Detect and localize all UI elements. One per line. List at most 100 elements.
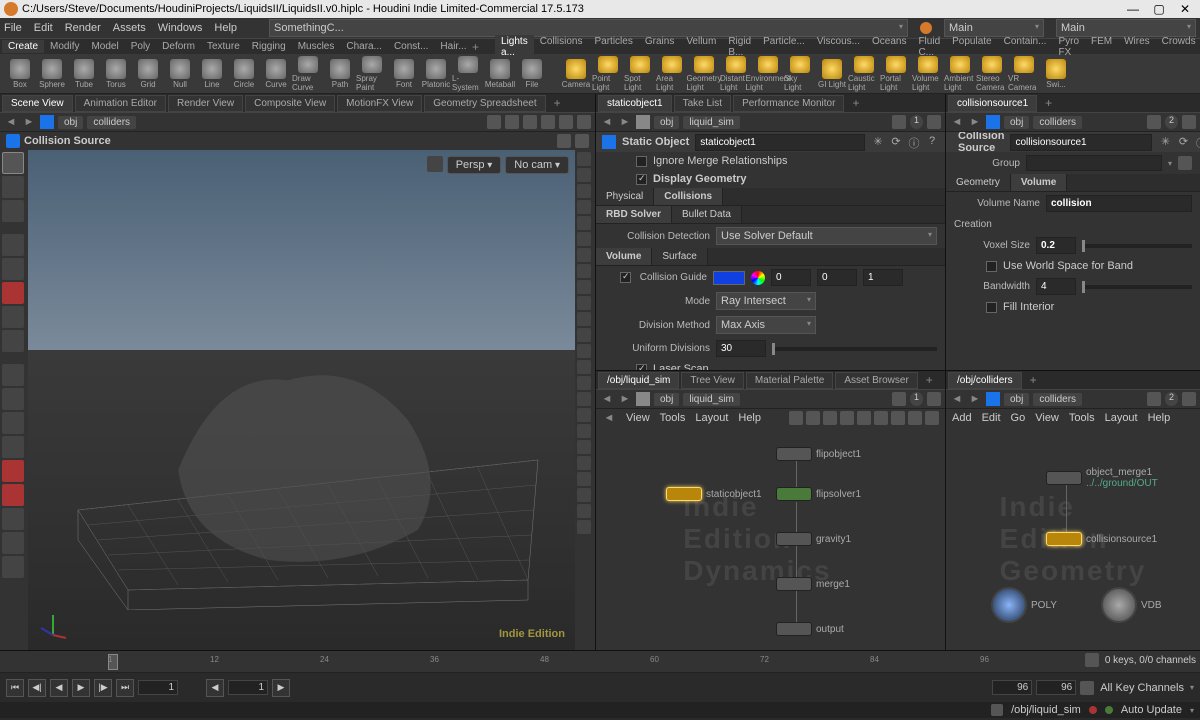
play-back[interactable]: ◀ (50, 679, 68, 697)
tool-other[interactable] (2, 508, 24, 530)
persp-button[interactable]: Persp ▾ (447, 156, 502, 174)
range-start[interactable] (228, 680, 268, 695)
node-menu-edit[interactable]: Edit (982, 412, 1001, 424)
tab-treeview[interactable]: Tree View (681, 372, 743, 389)
band-slider[interactable] (1082, 285, 1192, 289)
vrt[interactable] (577, 392, 591, 406)
tool-red[interactable] (2, 282, 24, 304)
tab-render-view[interactable]: Render View (168, 95, 243, 112)
shelf-tab[interactable]: Poly (125, 40, 156, 53)
status-icon[interactable] (991, 704, 1003, 716)
color-b[interactable] (863, 269, 903, 286)
path-obj[interactable]: obj (654, 116, 679, 129)
shelf-spotlight[interactable]: Spot Light (624, 56, 656, 92)
shelf-lsystem[interactable]: L-System (452, 56, 484, 92)
shelf-tab[interactable]: Modify (44, 40, 85, 53)
tab-collisions[interactable]: Collisions (654, 188, 723, 205)
vrt[interactable] (577, 152, 591, 166)
vrt[interactable] (577, 328, 591, 342)
tool-rotate[interactable] (2, 388, 24, 410)
coll-det-dropdown[interactable]: Use Solver Default▾ (716, 227, 937, 245)
vrt[interactable] (577, 456, 591, 470)
path-colliders[interactable]: colliders (1033, 116, 1082, 129)
shelf-platonic[interactable]: Platonic (420, 56, 452, 92)
global-end[interactable] (1036, 680, 1076, 695)
tab-geo-spreadsheet[interactable]: Geometry Spreadsheet (424, 95, 545, 112)
shelf-curve[interactable]: Curve (260, 56, 292, 92)
node-menu-view[interactable]: View (1035, 412, 1059, 424)
node-menu-add[interactable]: Add (952, 412, 972, 424)
color-swatch[interactable] (713, 271, 745, 285)
vrt[interactable] (577, 344, 591, 358)
path-colliders[interactable]: colliders (87, 116, 136, 129)
ignore-merge-checkbox[interactable] (636, 156, 647, 167)
node-staticobject[interactable] (666, 487, 702, 501)
tab-volume[interactable]: Volume (596, 248, 652, 265)
node-name-field[interactable] (695, 134, 865, 151)
tab-composite[interactable]: Composite View (245, 95, 335, 112)
shelf-spray[interactable]: Spray Paint (356, 56, 388, 92)
tool-select[interactable] (2, 152, 24, 174)
fill-checkbox[interactable] (986, 302, 997, 313)
tool-move[interactable] (2, 364, 24, 386)
tl-icon[interactable] (1080, 681, 1094, 695)
vrt[interactable] (577, 200, 591, 214)
group-field[interactable] (1026, 155, 1162, 171)
node-tool[interactable] (925, 411, 939, 425)
vrt[interactable] (577, 264, 591, 278)
path-fwd[interactable]: ► (618, 393, 632, 405)
range-end[interactable] (992, 680, 1032, 695)
channels-label[interactable]: All Key Channels (1100, 682, 1184, 694)
pane-menu-icon[interactable] (927, 115, 941, 129)
link-badge[interactable]: 1 (910, 115, 923, 129)
world-checkbox[interactable] (986, 261, 997, 272)
coll-guide-checkbox[interactable] (620, 272, 631, 283)
tab-staticobject[interactable]: staticobject1 (598, 95, 672, 112)
info-icon[interactable]: ⓘ (1194, 135, 1200, 149)
info-icon[interactable]: ⓘ (907, 135, 921, 149)
node-menu-go[interactable]: Go (1011, 412, 1026, 424)
link-badge[interactable]: 1 (910, 392, 923, 406)
recook-icon[interactable]: ⟳ (889, 135, 903, 149)
link-badge[interactable]: 2 (1165, 392, 1178, 406)
path-back[interactable]: ◄ (950, 116, 964, 128)
node-canvas-dynamics[interactable]: Indie Edition Dynamics flipobject1 stati… (596, 427, 945, 650)
node-tool[interactable] (840, 411, 854, 425)
path-obj[interactable]: obj (1004, 393, 1029, 406)
shelf-causticlight[interactable]: Caustic Light (848, 56, 880, 92)
maximize-button[interactable]: ▢ (1152, 2, 1166, 16)
tab-physical[interactable]: Physical (596, 188, 654, 205)
node-vdb[interactable] (1101, 587, 1137, 623)
node-menu-layout[interactable]: Layout (695, 412, 728, 424)
play-fwd[interactable]: ▶ (72, 679, 90, 697)
path-back[interactable]: ◄ (600, 116, 614, 128)
tab-colliders[interactable]: /obj/colliders (948, 372, 1022, 389)
shelf-grid[interactable]: Grid (132, 56, 164, 92)
vrt[interactable] (577, 232, 591, 246)
shelf-tab-add[interactable]: + (466, 40, 485, 54)
node-back[interactable]: ◄ (602, 412, 616, 424)
lock-icon[interactable] (427, 156, 443, 172)
tool-arrow[interactable] (2, 234, 24, 256)
node-tool[interactable] (874, 411, 888, 425)
tab-plus[interactable]: + (548, 96, 567, 110)
path-back[interactable]: ◄ (4, 116, 18, 128)
node-tool[interactable] (789, 411, 803, 425)
tool-edge[interactable] (2, 330, 24, 352)
shelf-tab[interactable]: FEM (1085, 35, 1118, 59)
gear-icon[interactable]: ✳ (871, 135, 885, 149)
tool-snap[interactable] (2, 460, 24, 482)
tool-scale[interactable] (2, 412, 24, 434)
pane-menu[interactable] (1182, 392, 1196, 406)
shelf-gilight[interactable]: GI Light (816, 56, 848, 92)
node-flipobject[interactable] (776, 447, 812, 461)
path-liquidsim[interactable]: liquid_sim (683, 116, 739, 129)
shelf-tab[interactable]: Hair... (434, 40, 466, 53)
node-canvas-geometry[interactable]: Indie Edition Geometry object_merge1../.… (946, 427, 1200, 650)
vrt[interactable] (577, 168, 591, 182)
band-field[interactable] (1036, 278, 1076, 295)
step-back[interactable]: ◀| (28, 679, 46, 697)
path-fwd[interactable]: ► (618, 116, 632, 128)
pin-icon[interactable] (1147, 392, 1161, 406)
tl-icon[interactable] (1085, 653, 1099, 667)
